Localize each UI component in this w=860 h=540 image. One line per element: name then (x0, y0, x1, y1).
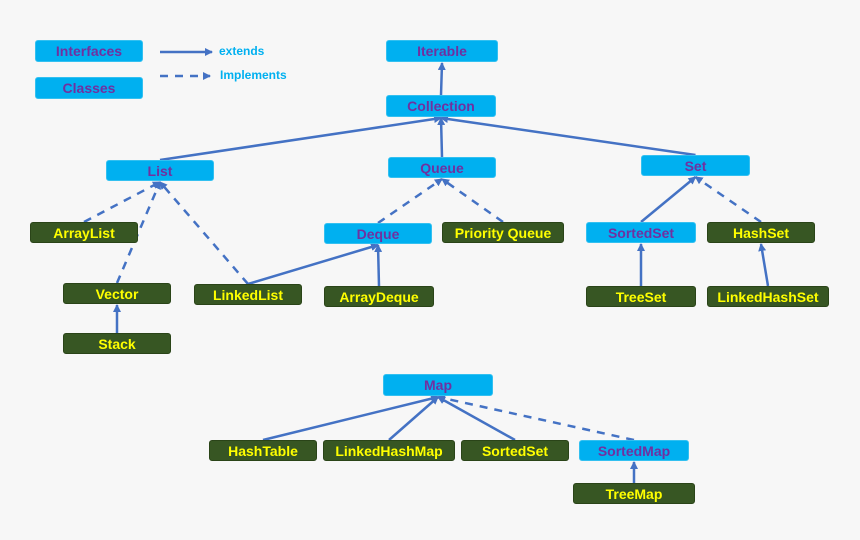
legend-interfaces-label: Interfaces (55, 43, 123, 59)
extends-edge-queue-to-collection (437, 117, 446, 158)
legend-implements-label: Implements (220, 68, 287, 82)
legend-interfaces-box: Interfaces (35, 40, 143, 62)
node-label: Map (424, 377, 452, 393)
node-set: Set (641, 155, 750, 176)
node-stack: Stack (63, 333, 171, 354)
node-label: Set (684, 157, 707, 174)
node-label: Stack (98, 335, 136, 352)
legend-classes-box: Classes (35, 77, 143, 99)
implements-edge-linkedlist-to-list (159, 181, 249, 285)
extends-edge-sortedset-to-set (640, 176, 697, 223)
extends-edge-list-to-collection (159, 115, 442, 162)
extends-edge-sortedset_map-to-map (437, 395, 516, 442)
node-label: Vector (95, 285, 139, 302)
node-label: SortedSet (481, 442, 549, 459)
node-label: LinkedList (212, 286, 283, 303)
node-label: Queue (420, 159, 464, 176)
node-label: SortedMap (597, 442, 671, 459)
node-sortedmap: SortedMap (579, 440, 689, 461)
node-linkedhashmap: LinkedHashMap (323, 440, 455, 461)
node-label: SortedSet (607, 224, 675, 241)
node-list: List (106, 160, 214, 181)
node-sortedset: SortedSet (586, 222, 696, 243)
implements-edge-priorityqueue-to-queue (441, 177, 504, 224)
node-sortedset-map: SortedSet (461, 440, 569, 461)
node-map: Map (383, 374, 493, 396)
node-label: HashTable (228, 442, 298, 459)
node-hashset: HashSet (707, 222, 815, 243)
node-label: TreeSet (615, 288, 667, 305)
node-deque: Deque (324, 223, 432, 244)
node-label: LinkedHashMap (335, 442, 443, 459)
node-priorityqueue: Priority Queue (442, 222, 564, 243)
node-hashtable: HashTable (209, 440, 317, 461)
node-label: List (147, 162, 173, 179)
node-linkedhashset: LinkedHashSet (707, 286, 829, 307)
implements-edge-deque-to-queue (377, 177, 443, 225)
node-label: Collection (407, 98, 475, 114)
extends-edge-set-to-collection (440, 115, 696, 157)
node-label: LinkedHashSet (717, 288, 819, 305)
node-label: Deque (356, 225, 400, 242)
node-treemap: TreeMap (573, 483, 695, 504)
node-arraylist: ArrayList (30, 222, 138, 243)
implements-edge-arraylist-to-list (83, 180, 161, 224)
node-label: HashSet (732, 224, 790, 241)
node-linkedlist: LinkedList (194, 284, 302, 305)
node-label: Priority Queue (454, 224, 552, 241)
node-vector: Vector (63, 283, 171, 304)
node-label: Iterable (417, 43, 467, 59)
node-arraydeque: ArrayDeque (324, 286, 434, 307)
implements-edge-sortedmap-to-map (437, 394, 635, 442)
extends-edge-collection-to-iterable (437, 62, 446, 96)
node-treeset: TreeSet (586, 286, 696, 307)
node-label: TreeMap (605, 485, 663, 502)
extends-edge-linkedlist-to-deque (247, 243, 379, 286)
node-iterable: Iterable (386, 40, 498, 62)
extends-edge-arraydeque-to-deque (374, 244, 383, 287)
node-collection: Collection (386, 95, 496, 117)
legend-extends-label: extends (219, 44, 265, 58)
legend-classes-label: Classes (62, 80, 116, 96)
extends-edge-linkedhashset-to-hashset (758, 243, 770, 287)
node-label: ArrayList (53, 224, 115, 241)
node-queue: Queue (388, 157, 496, 178)
implements-edge-hashset-to-set (694, 175, 762, 224)
node-label: ArrayDeque (339, 288, 419, 305)
